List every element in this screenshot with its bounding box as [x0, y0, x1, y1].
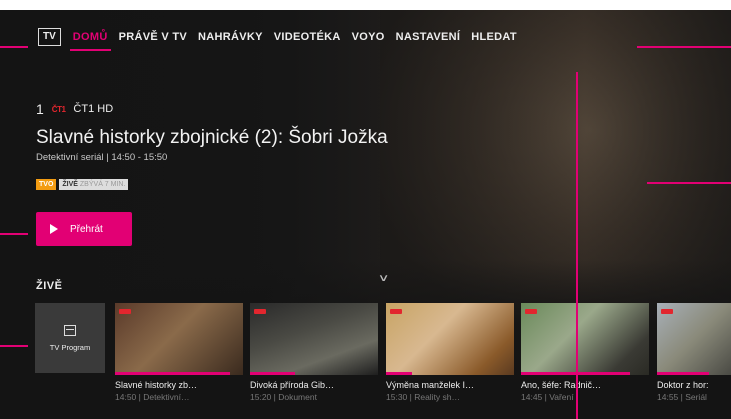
callout-line-nav	[0, 46, 28, 48]
live-tile-1[interactable]	[115, 303, 243, 375]
tile-subtitle: 14:45 | Vaření	[521, 392, 574, 402]
section-title-live: ŽIVĚ	[36, 280, 63, 292]
tile-subtitle: 14:55 | Seriál	[657, 392, 707, 402]
live-tile-3[interactable]	[386, 303, 514, 375]
live-tile-1-info: Slavné historky zb… 14:50 | Detektivní…	[115, 380, 243, 402]
tile-title: Výměna manželek I…	[386, 380, 475, 390]
play-button[interactable]: Přehrát	[36, 212, 132, 246]
live-badge: ŽIVĚ ZBÝVÁ 7 MIN.	[59, 179, 129, 190]
live-tile-4[interactable]	[521, 303, 649, 375]
tv-program-tile[interactable]: TV Program	[35, 303, 105, 373]
nav-item-search[interactable]: HLEDAT	[471, 27, 517, 47]
nav-item-voyo[interactable]: VOYO	[352, 27, 385, 47]
play-icon	[50, 224, 58, 234]
callout-line-tvprogram	[0, 345, 28, 347]
program-meta: Detektivní seriál | 14:50 - 15:50	[36, 152, 168, 163]
status-badges: TVO ŽIVĚ ZBÝVÁ 7 MIN.	[36, 179, 129, 190]
remaining-time: ZBÝVÁ 7 MIN.	[79, 181, 126, 188]
top-navigation: TV DOMŮ PRÁVĚ V TV NAHRÁVKY VIDEOTÉKA VO…	[38, 26, 528, 51]
callout-line-vertical	[576, 72, 578, 419]
tv-logo[interactable]: TV	[38, 28, 61, 46]
tile-subtitle: 14:50 | Detektivní…	[115, 392, 190, 402]
callout-line-search	[637, 46, 731, 48]
channel-logo-icon	[119, 309, 131, 314]
nav-item-recordings[interactable]: NAHRÁVKY	[198, 27, 263, 47]
tile-title: Slavné historky zb…	[115, 380, 198, 390]
tile-title: Divoká příroda Gib…	[250, 380, 335, 390]
live-tile-3-info: Výměna manželek I… 15:30 | Reality sh…	[386, 380, 514, 402]
live-tile-5-info: Doktor z hor: 14:55 | Seriál	[657, 380, 731, 402]
play-label: Přehrát	[70, 223, 103, 235]
nav-item-home[interactable]: DOMŮ	[69, 27, 111, 51]
callout-line-hero	[647, 182, 731, 184]
channel-number: 1	[36, 101, 44, 117]
tile-progress-bar	[657, 372, 709, 375]
tv-program-icon	[64, 324, 76, 336]
tile-progress-bar	[250, 372, 295, 375]
live-tile-2[interactable]	[250, 303, 378, 375]
live-tile-4-info: Ano, šéfe: Radnič… 14:45 | Vaření	[521, 380, 649, 402]
nav-item-videoteka[interactable]: VIDEOTÉKA	[274, 27, 341, 47]
callout-line-play	[0, 233, 28, 235]
tile-progress-bar	[115, 372, 231, 375]
channel-logo-icon	[525, 309, 537, 314]
tile-progress-bar	[386, 372, 412, 375]
tile-title: Ano, šéfe: Radnič…	[521, 380, 602, 390]
tvo-badge: TVO	[36, 179, 57, 190]
live-tile-2-info: Divoká příroda Gib… 15:20 | Dokument	[250, 380, 378, 402]
channel-logo-icon: ČT1	[51, 104, 66, 114]
nav-item-settings[interactable]: NASTAVENÍ	[396, 27, 461, 47]
channel-name: ČT1 HD	[73, 103, 114, 115]
channel-logo-icon	[254, 309, 266, 314]
tile-subtitle: 15:20 | Dokument	[250, 392, 317, 402]
live-tile-5[interactable]	[657, 303, 731, 375]
program-title: Slavné historky zbojnické (2): Šobri Jož…	[36, 127, 388, 148]
channel-logo-icon	[390, 309, 402, 314]
tile-subtitle: 15:30 | Reality sh…	[386, 392, 461, 402]
live-label: ŽIVĚ	[62, 181, 78, 188]
chevron-down-icon[interactable]: ∨	[378, 273, 390, 284]
tile-title: Doktor z hor:	[657, 380, 709, 390]
tv-program-label: TV Program	[49, 342, 91, 352]
channel-info: 1 ČT1 ČT1 HD	[36, 101, 113, 117]
nav-item-now-on-tv[interactable]: PRÁVĚ V TV	[119, 27, 187, 47]
channel-logo-icon	[661, 309, 673, 314]
